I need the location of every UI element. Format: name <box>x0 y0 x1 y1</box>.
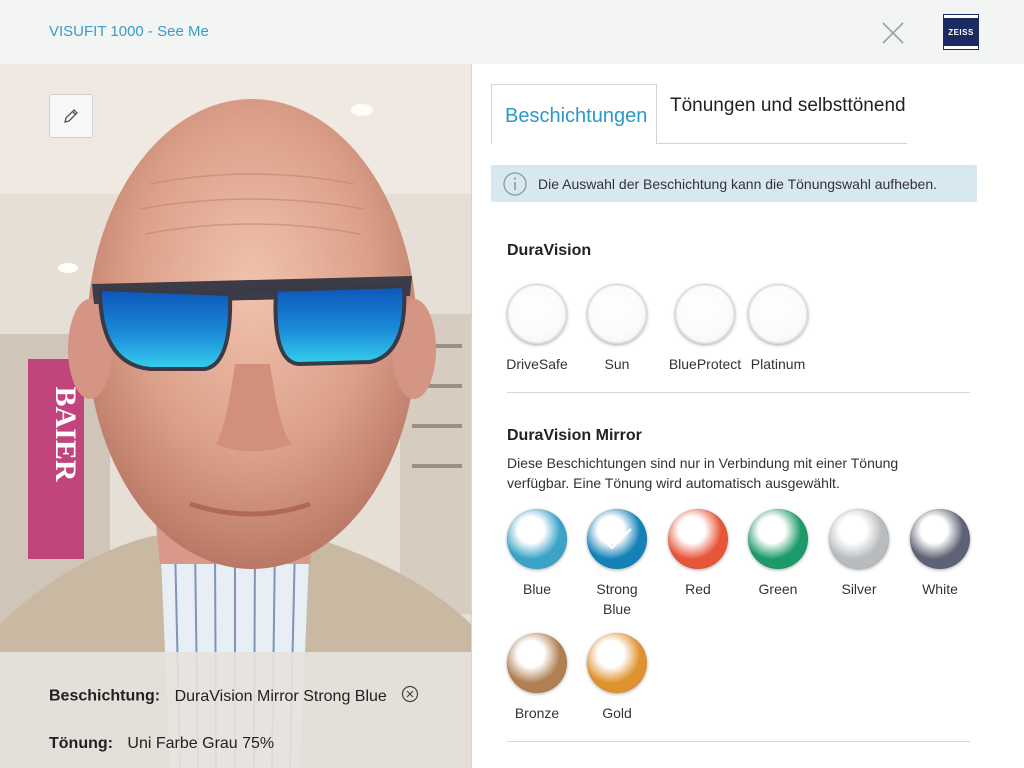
lens-swatch <box>668 509 728 569</box>
app-title: VISUFIT 1000 - See Me <box>49 23 209 40</box>
lens-swatch <box>675 284 735 344</box>
checkmark-icon <box>602 528 632 550</box>
coating-value: DuraVision Mirror Strong Blue <box>174 687 387 705</box>
coating-summary: Beschichtung: DuraVision Mirror Strong B… <box>49 685 419 708</box>
option-gold[interactable]: Gold <box>577 633 657 723</box>
lens-swatch <box>507 284 567 344</box>
option-sun[interactable]: Sun <box>577 284 657 374</box>
selection-summary: Beschichtung: DuraVision Mirror Strong B… <box>0 652 471 768</box>
edit-button[interactable] <box>49 94 93 138</box>
mirror-title: DuraVision Mirror <box>507 427 642 444</box>
option-silver[interactable]: Silver <box>819 509 899 599</box>
lens-swatch <box>910 509 970 569</box>
option-blueprotect[interactable]: BlueProtect <box>665 284 745 374</box>
pencil-icon <box>64 109 78 123</box>
lens-swatch <box>587 509 647 569</box>
lens-swatch <box>507 633 567 693</box>
options-panel: Beschichtungen Tönungen und selbsttönend… <box>472 64 1024 768</box>
close-icon <box>882 22 904 44</box>
option-platinum[interactable]: Platinum <box>738 284 818 374</box>
option-drivesafe[interactable]: DriveSafe <box>497 284 577 374</box>
option-label: Red <box>685 581 711 597</box>
info-banner: Die Auswahl der Beschichtung kann die Tö… <box>491 165 977 202</box>
try-on-photo-panel: BAIER Beschichtung: DuraVision Mirror St… <box>0 64 472 768</box>
option-white[interactable]: White <box>900 509 980 599</box>
lens-swatch <box>748 509 808 569</box>
option-label: Silver <box>841 581 877 597</box>
tab-beschichtungen[interactable]: Beschichtungen <box>491 84 657 144</box>
lens-swatch <box>587 633 647 693</box>
section-divider <box>507 741 970 742</box>
lens-swatch <box>829 509 889 569</box>
option-label: White <box>922 581 958 597</box>
tab-bar: Beschichtungen Tönungen und selbsttönend <box>491 84 907 144</box>
zeiss-logo: ZEISS <box>944 15 978 49</box>
option-label: Blue <box>522 581 552 597</box>
lens-swatch <box>587 284 647 344</box>
option-red[interactable]: Red <box>658 509 738 599</box>
option-strong-blue[interactable]: Strong Blue <box>577 509 657 619</box>
option-label: Gold <box>602 705 632 721</box>
lens-swatch <box>507 509 567 569</box>
option-blue[interactable]: Blue <box>497 509 577 599</box>
option-label: BlueProtect <box>668 356 742 372</box>
option-label: Bronze <box>514 705 560 721</box>
store-sign: BAIER <box>49 386 82 481</box>
remove-coating-button[interactable] <box>401 685 419 708</box>
tint-value: Uni Farbe Grau 75% <box>127 735 275 752</box>
option-label: DriveSafe <box>506 356 568 372</box>
tint-label: Tönung: <box>49 735 113 752</box>
section-divider <box>507 392 970 393</box>
option-label: Strong Blue <box>596 581 638 617</box>
option-label: Platinum <box>750 356 806 372</box>
option-green[interactable]: Green <box>738 509 818 599</box>
tint-summary: Tönung: Uni Farbe Grau 75% <box>49 735 274 753</box>
mirror-description: Diese Beschichtungen sind nur in Verbind… <box>507 455 899 491</box>
circle-close-icon <box>402 685 419 703</box>
duravision-title: DuraVision <box>507 242 592 259</box>
option-label: Sun <box>604 356 630 372</box>
option-bronze[interactable]: Bronze <box>497 633 577 723</box>
info-text: Die Auswahl der Beschichtung kann die Tö… <box>538 175 938 192</box>
close-button[interactable] <box>878 18 908 48</box>
lens-swatch <box>748 284 808 344</box>
info-icon <box>503 171 527 196</box>
coating-label: Beschichtung: <box>49 687 161 705</box>
tab-toenungen[interactable]: Tönungen und selbsttönend <box>657 84 907 144</box>
top-bar: VISUFIT 1000 - See Me ZEISS <box>0 0 1024 65</box>
option-label: Green <box>758 581 798 597</box>
